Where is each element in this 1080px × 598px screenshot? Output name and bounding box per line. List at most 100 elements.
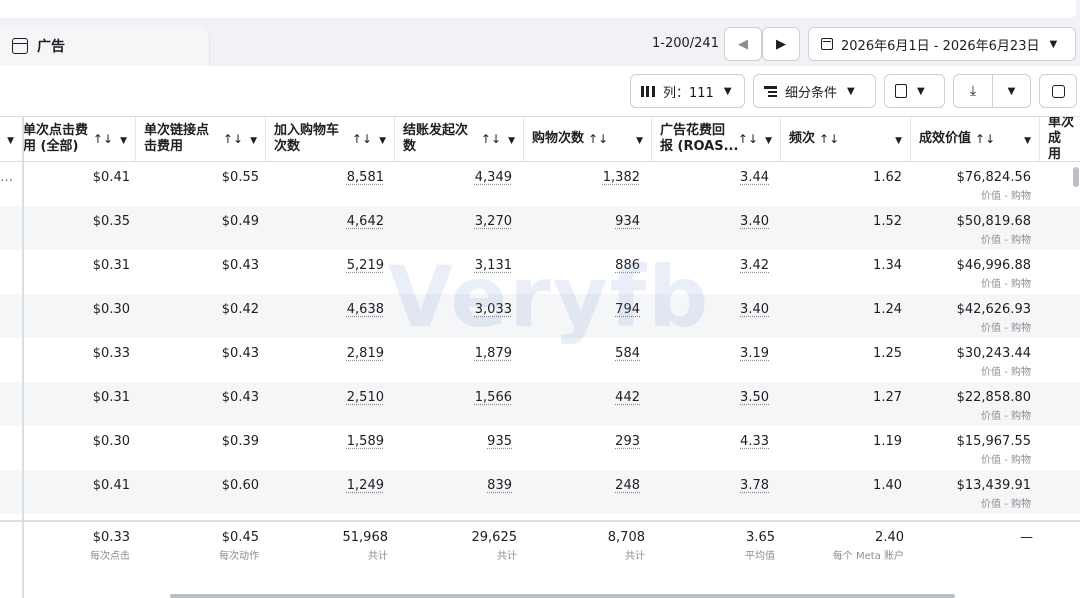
cell-purchases[interactable]: 584	[523, 338, 640, 382]
cell-frequency: 1.25	[873, 346, 902, 361]
cell-checkout[interactable]: 1,879	[394, 338, 512, 382]
header-cpc-link[interactable]: 单次链接点 击费用 ↑↓ ▼	[135, 117, 265, 161]
sort-icon[interactable]: ↑↓	[93, 131, 113, 147]
cell-cpc-all: $0.30	[92, 302, 130, 317]
chevron-down-icon[interactable]: ▼	[1024, 133, 1031, 149]
header-cpc-all[interactable]: 单次点击费 用 (全部) ↑↓ ▼	[22, 117, 135, 161]
table-header-row: ▼ 单次点击费 用 (全部) ↑↓ ▼ 单次链接点 击费用 ↑↓ ▼ 加入购物车…	[0, 116, 1080, 162]
window-icon	[12, 38, 28, 54]
table-row[interactable]: $0.33 $0.43 2,819 1,879 584 3.19 1.25 $30,243.4…	[0, 338, 1080, 382]
cell-frequency: 1.62	[873, 170, 902, 185]
cell-add-to-cart[interactable]: 5,219	[265, 250, 384, 294]
prev-page-button[interactable]: ◀	[724, 27, 762, 61]
header-frequency[interactable]: 频次 ↑↓ ▼	[780, 117, 910, 161]
cell-checkout[interactable]: 3,033	[394, 294, 512, 338]
cell-value: $46,996.88 价值 - 购物	[956, 258, 1031, 290]
cell-roas[interactable]: 3.50	[651, 382, 769, 426]
sort-icon[interactable]: ↑↓	[588, 131, 608, 147]
cell-checkout[interactable]: 3,270	[394, 206, 512, 250]
cell-purchases[interactable]: 794	[523, 294, 640, 338]
chevron-down-icon[interactable]: ▼	[508, 133, 515, 149]
breakdown-icon	[764, 85, 777, 97]
header-cost-per-result[interactable]: 单次成 用	[1039, 117, 1080, 161]
cell-add-to-cart[interactable]: 8,581	[265, 162, 384, 206]
cell-checkout[interactable]: 4,349	[394, 162, 512, 206]
chevron-down-icon[interactable]: ▼	[120, 133, 127, 149]
cell-checkout[interactable]: 839	[394, 470, 512, 514]
cell-add-to-cart[interactable]: 2,819	[265, 338, 384, 382]
calendar-icon	[821, 38, 833, 50]
next-page-button[interactable]: ▶	[762, 27, 800, 61]
cell-cpc-link: $0.43	[221, 390, 259, 405]
sort-icon[interactable]: ↑↓	[738, 131, 758, 147]
cell-purchases[interactable]: 1,382	[523, 162, 640, 206]
cell-cpc-all: $0.33	[92, 346, 130, 361]
cell-roas[interactable]: 3.42	[651, 250, 769, 294]
tab-ads[interactable]: 广告	[0, 26, 210, 66]
chevron-down-icon[interactable]: ▼	[636, 133, 643, 149]
cell-roas[interactable]: 3.44	[651, 162, 769, 206]
table-row[interactable]: $0.35 $0.49 4,642 3,270 934 3.40 1.52 $50,819.6…	[0, 206, 1080, 250]
table-row[interactable]: … $0.41 $0.55 8,581 4,349 1,382 3.44 1.62 $76,82…	[0, 162, 1080, 206]
columns-button[interactable]: 列：111 ▼	[630, 74, 745, 108]
header-roas[interactable]: 广告花费回 报 (ROAS... ↑↓ ▼	[651, 117, 780, 161]
top-strip	[0, 0, 1080, 22]
chevron-down-icon[interactable]: ▼	[765, 133, 772, 149]
header-checkout[interactable]: 结账发起次 数 ↑↓ ▼	[394, 117, 523, 161]
reports-button[interactable]: ▼	[884, 74, 945, 108]
chevron-left-icon: ◀	[738, 36, 748, 52]
cell-checkout[interactable]: 1,566	[394, 382, 512, 426]
vertical-scrollbar[interactable]	[1073, 167, 1079, 187]
cell-checkout[interactable]: 935	[394, 426, 512, 470]
cell-add-to-cart[interactable]: 1,249	[265, 470, 384, 514]
cell-purchases[interactable]: 934	[523, 206, 640, 250]
cell-cpc-link: $0.39	[221, 434, 259, 449]
cell-roas[interactable]: 3.40	[651, 206, 769, 250]
total-roas: 3.65 平均值	[745, 530, 775, 562]
chevron-down-icon[interactable]: ▼	[250, 133, 257, 149]
export-button[interactable]: ⤓ ▼	[953, 74, 1031, 108]
cell-purchases[interactable]: 293	[523, 426, 640, 470]
total-add-to-cart: 51,968 共计	[342, 530, 389, 562]
table-row[interactable]: $0.30 $0.42 4,638 3,033 794 3.40 1.24 $42,626.9…	[0, 294, 1080, 338]
chevron-down-icon[interactable]: ▼	[895, 133, 902, 149]
table-row[interactable]: $0.41 $0.60 1,249 839 248 3.78 1.40 $13,439.91 价…	[0, 470, 1080, 514]
total-cpc-link: $0.45 每次动作	[219, 530, 259, 562]
cell-roas[interactable]: 4.33	[651, 426, 769, 470]
download-icon[interactable]: ⤓	[954, 75, 992, 107]
cell-add-to-cart[interactable]: 1,589	[265, 426, 384, 470]
table-row[interactable]: $0.31 $0.43 2,510 1,566 442 3.50 1.27 $22,858.8…	[0, 382, 1080, 426]
cell-value: $13,439.91 价值 - 购物	[956, 478, 1031, 510]
sort-icon[interactable]: ↑↓	[975, 131, 995, 147]
date-range-picker[interactable]: 2026年6月1日 - 2026年6月23日 ▼	[808, 27, 1076, 61]
chevron-down-icon: ▼	[1049, 38, 1058, 50]
cell-purchases[interactable]: 442	[523, 382, 640, 426]
header-result-value[interactable]: 成效价值 ↑↓ ▼	[910, 117, 1039, 161]
breakdown-button[interactable]: 细分条件 ▼	[753, 74, 876, 108]
cell-add-to-cart[interactable]: 2,510	[265, 382, 384, 426]
header-add-to-cart[interactable]: 加入购物车 次数 ↑↓ ▼	[265, 117, 394, 161]
cell-value: $42,626.93 价值 - 购物	[956, 302, 1031, 334]
export-menu-button[interactable]: ▼	[991, 75, 1030, 107]
tab-ads-label: 广告	[37, 39, 65, 55]
header-purchases[interactable]: 购物次数 ↑↓ ▼	[523, 117, 651, 161]
sort-icon[interactable]: ↑↓	[819, 131, 839, 147]
header-frozen-caret[interactable]: ▼	[0, 117, 22, 161]
cell-roas[interactable]: 3.19	[651, 338, 769, 382]
sort-icon[interactable]: ↑↓	[352, 131, 372, 147]
table-row[interactable]: $0.31 $0.43 5,219 3,131 886 3.42 1.34 $46,996.8…	[0, 250, 1080, 294]
cell-add-to-cart[interactable]: 4,638	[265, 294, 384, 338]
sort-icon[interactable]: ↑↓	[481, 131, 501, 147]
table-row[interactable]: $0.30 $0.39 1,589 935 293 4.33 1.19 $15,967.55 价…	[0, 426, 1080, 470]
chevron-down-icon[interactable]: ▼	[379, 133, 386, 149]
sort-icon[interactable]: ↑↓	[223, 131, 243, 147]
cell-checkout[interactable]: 3,131	[394, 250, 512, 294]
cell-purchases[interactable]: 886	[523, 250, 640, 294]
chart-view-button[interactable]	[1039, 74, 1077, 108]
cell-roas[interactable]: 3.40	[651, 294, 769, 338]
cell-add-to-cart[interactable]: 4,642	[265, 206, 384, 250]
cell-purchases[interactable]: 248	[523, 470, 640, 514]
total-cpc-all: $0.33 每次点击	[90, 530, 130, 562]
cell-roas[interactable]: 3.78	[651, 470, 769, 514]
horizontal-scrollbar[interactable]	[170, 594, 955, 598]
